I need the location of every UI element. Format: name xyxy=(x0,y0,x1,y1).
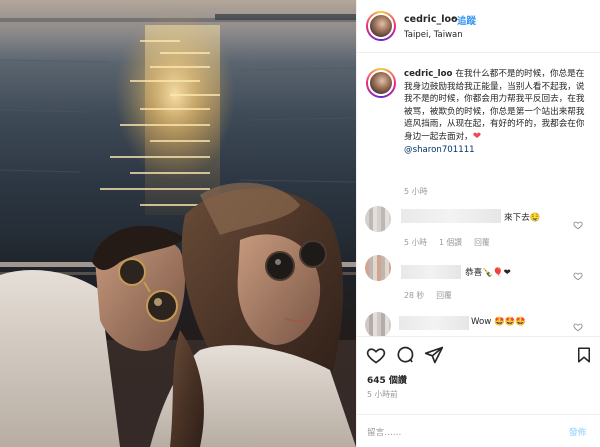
caption-username[interactable]: cedric_loo xyxy=(404,69,452,79)
comment-item: 恭喜🍾🎈❤ 28 秒 回覆 xyxy=(357,255,600,301)
post-photo[interactable] xyxy=(0,0,356,447)
heart-icon[interactable] xyxy=(573,322,583,332)
separator-dot: • xyxy=(451,14,457,24)
comment-text: 恭喜🍾🎈❤ xyxy=(465,268,511,278)
post-header: cedric_loo • 追蹤 Taipei, Taiwan xyxy=(357,0,600,53)
redacted-username xyxy=(399,316,469,330)
caption-mention[interactable]: @sharon701111 xyxy=(404,145,475,155)
comment-time[interactable]: 28 秒 xyxy=(404,291,424,300)
comment-icon[interactable] xyxy=(395,345,415,365)
caption-heart: ❤ xyxy=(472,130,482,142)
comment-meta: 5 小時 1 個讚 回覆 xyxy=(404,237,502,248)
location-link[interactable]: Taipei, Taiwan xyxy=(404,30,463,40)
comment-meta: 28 秒 回覆 xyxy=(404,290,464,301)
post-comment-button[interactable]: 發佈 xyxy=(569,426,586,438)
comment-text: Wow 🤩🤩🤩 xyxy=(471,317,527,327)
heart-icon[interactable] xyxy=(366,345,386,365)
likes-count[interactable]: 645 個讚 xyxy=(367,373,407,386)
reply-button[interactable]: 回覆 xyxy=(474,238,490,247)
heart-icon[interactable] xyxy=(573,271,583,281)
caption-time[interactable]: 5 小時 xyxy=(404,186,428,197)
follow-button[interactable]: 追蹤 xyxy=(457,13,476,27)
avatar[interactable] xyxy=(365,255,391,281)
post-actions: 645 個讚 5 小時前 留言…… 發佈 xyxy=(357,336,600,447)
comment-time[interactable]: 5 小時 xyxy=(404,238,427,247)
heart-icon[interactable] xyxy=(573,220,583,230)
redacted-username xyxy=(401,265,461,279)
comment-item: Wow 🤩🤩🤩 xyxy=(357,312,600,336)
post-timestamp[interactable]: 5 小時前 xyxy=(367,389,398,400)
bookmark-icon[interactable] xyxy=(575,345,593,365)
avatar[interactable] xyxy=(365,206,391,232)
redacted-username xyxy=(401,209,501,223)
caption-text: cedric_loo 在我什么都不是的时候，你总是在我身边鼓励我给我正能量，当别人… xyxy=(404,68,592,156)
photo-scene xyxy=(0,10,356,447)
avatar[interactable] xyxy=(366,11,396,41)
avatar[interactable] xyxy=(366,68,396,98)
share-icon[interactable] xyxy=(424,345,444,365)
add-comment-bar: 留言…… 發佈 xyxy=(357,414,600,447)
comment-likes[interactable]: 1 個讚 xyxy=(439,238,462,247)
post-side-panel: cedric_loo • 追蹤 Taipei, Taiwan cedric_lo… xyxy=(356,0,600,447)
reply-button[interactable]: 回覆 xyxy=(436,291,452,300)
comment-text: 來下去🤤 xyxy=(504,213,541,223)
caption-body: 在我什么都不是的时候，你总是在我身边鼓励我给我正能量，当别人看不起我，说我不是的… xyxy=(404,69,585,142)
header-username[interactable]: cedric_loo xyxy=(404,14,458,25)
comment-input[interactable]: 留言…… xyxy=(367,426,401,438)
comment-item: 來下去🤤 5 小時 1 個讚 回覆 xyxy=(357,206,600,250)
avatar[interactable] xyxy=(365,312,391,336)
